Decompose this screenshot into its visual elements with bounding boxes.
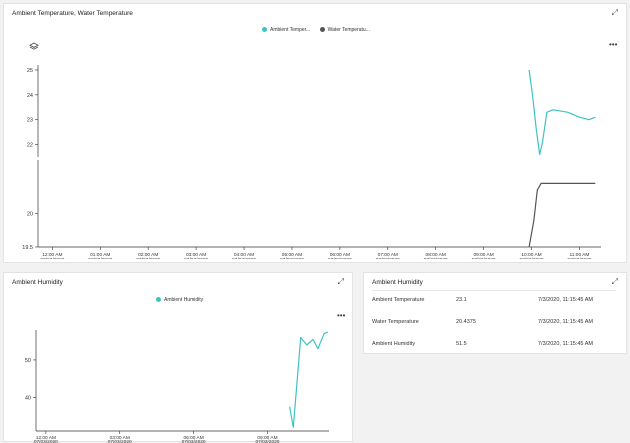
table-row: Ambient Humidity 51.5 7/3/2020, 11:15:45… xyxy=(372,341,626,353)
row-time: 7/3/2020, 11:15:45 AM xyxy=(538,319,593,325)
series-line xyxy=(528,182,596,248)
expand-icon[interactable]: ⤢ xyxy=(612,9,618,17)
temperature-tile: Ambient Temperature, Water Temperature ⤢… xyxy=(3,3,627,263)
x-tick-date: 07/03/2020 xyxy=(328,257,352,259)
table-row: Water Temperature 20.4375 7/3/2020, 11:1… xyxy=(372,319,626,331)
x-tick-date: 07/03/2020 xyxy=(280,257,304,259)
expand-icon[interactable]: ⤢ xyxy=(338,278,344,286)
x-tick-date: 07/03/2020 xyxy=(184,257,208,259)
tile-title: Ambient Temperature, Water Temperature xyxy=(12,10,133,17)
row-value: 23.1 xyxy=(456,297,467,303)
humidity-tile: Ambient Humidity ⤢ Ambient Humidity ••• … xyxy=(3,272,353,443)
y-tick-label: 50 xyxy=(25,358,31,364)
layers-icon[interactable] xyxy=(29,39,39,50)
x-tick-date: 07/03/2020 xyxy=(88,257,112,259)
row-name: Ambient Humidity xyxy=(372,341,416,347)
x-tick-date: 07/03/2020 xyxy=(520,257,544,259)
tile-title: Ambient Humidity xyxy=(372,279,423,286)
y-tick-label: 20 xyxy=(27,212,33,218)
legend-swatch xyxy=(262,27,267,33)
y-tick-label: 23 xyxy=(27,118,33,124)
divider xyxy=(372,290,616,291)
legend-item[interactable]: Ambient Temper... xyxy=(262,27,310,33)
legend-label: Ambient Humidity xyxy=(164,297,204,303)
legend-swatch xyxy=(319,27,325,33)
more-icon[interactable]: ••• xyxy=(609,41,617,49)
legend-label: Ambient Temper... xyxy=(270,27,311,33)
y-tick-label: 24 xyxy=(27,93,33,99)
last-known-values-tile: Ambient Humidity ⤢ Ambient Temperature 2… xyxy=(363,272,627,354)
chart-legend: Ambient Temper... Water Temperatu... xyxy=(262,27,378,33)
legend-swatch xyxy=(156,297,161,303)
x-tick-date: 07/03/2020 xyxy=(108,439,132,443)
chart-legend: Ambient Humidity xyxy=(156,297,211,303)
row-value: 20.4375 xyxy=(456,319,476,325)
y-tick-label: 19.5 xyxy=(22,245,33,251)
x-tick-date: 07/03/2020 xyxy=(376,257,400,259)
y-tick-label: 22 xyxy=(27,143,33,149)
legend-label: Water Temperatu... xyxy=(327,27,370,33)
x-tick-date: 07/03/2020 xyxy=(472,257,496,259)
y-tick-label: 40 xyxy=(25,395,31,401)
legend-item[interactable]: Water Temperatu... xyxy=(319,27,370,33)
series-line xyxy=(289,331,329,428)
tile-title: Ambient Humidity xyxy=(12,279,63,286)
row-time: 7/3/2020, 11:15:45 AM xyxy=(538,297,593,303)
expand-icon[interactable]: ⤢ xyxy=(612,278,618,286)
table-row: Ambient Temperature 23.1 7/3/2020, 11:15… xyxy=(372,297,626,309)
x-tick-date: 07/03/2020 xyxy=(40,257,64,259)
x-tick-date: 07/03/2020 xyxy=(232,257,256,259)
x-tick-date: 07/03/2020 xyxy=(136,257,160,259)
row-name: Water Temperature xyxy=(372,319,419,325)
row-value: 51.5 xyxy=(456,341,467,347)
legend-item[interactable]: Ambient Humidity xyxy=(156,297,203,303)
x-tick-date: 07/03/2020 xyxy=(182,439,206,443)
humidity-chart: 405012:00 AM07/03/202003:00 AM07/03/2020… xyxy=(25,330,329,443)
x-tick-date: 07/03/2020 xyxy=(255,439,279,443)
x-tick-date: 07/03/2020 xyxy=(424,257,448,259)
x-tick-date: 07/03/2020 xyxy=(34,439,58,443)
temperature-chart: 2223242519.52012:00 AM07/03/202001:00 AM… xyxy=(22,65,601,259)
series-line xyxy=(528,69,596,156)
row-name: Ambient Temperature xyxy=(372,297,425,303)
y-tick-label: 25 xyxy=(27,68,33,74)
row-time: 7/3/2020, 11:15:45 AM xyxy=(538,341,593,347)
x-tick-date: 07/03/2020 xyxy=(567,257,591,259)
